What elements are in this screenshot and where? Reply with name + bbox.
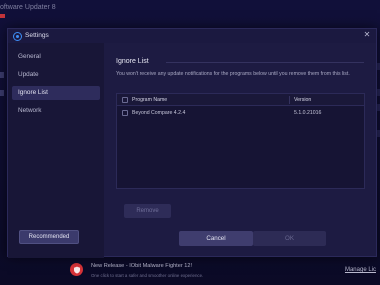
app-title: oftware Updater 8 bbox=[0, 4, 56, 11]
table-row[interactable]: Beyond Compare 4.2.4 5.1.0.21016 bbox=[117, 107, 364, 119]
section-divider bbox=[166, 62, 364, 63]
remove-button[interactable]: Remove bbox=[124, 204, 171, 218]
sidebar-item-general[interactable]: General bbox=[12, 50, 100, 64]
settings-sidebar: General Update Ignore List Network Recom… bbox=[8, 43, 104, 258]
sidebar-item-update[interactable]: Update bbox=[12, 68, 100, 82]
background-mark bbox=[0, 72, 4, 78]
manage-license-link[interactable]: Manage Lic bbox=[345, 267, 376, 273]
dialog-title: Settings bbox=[25, 32, 49, 39]
recommended-button[interactable]: Recommended bbox=[19, 230, 79, 244]
ignore-list-table: Program Name Version Beyond Compare 4.2.… bbox=[116, 93, 365, 189]
settings-dialog: Settings ✕ General Update Ignore List Ne… bbox=[7, 28, 377, 258]
section-description: You won't receive any update notificatio… bbox=[116, 71, 350, 77]
release-notification[interactable]: New Release - IObit Malware Fighter 12! … bbox=[62, 259, 380, 285]
notification-subtitle: One click to start a safer and smoother … bbox=[91, 273, 204, 278]
ok-button[interactable]: OK bbox=[253, 231, 326, 246]
column-header-program-name[interactable]: Program Name bbox=[132, 97, 167, 103]
program-version: 5.1.0.21016 bbox=[294, 110, 322, 116]
cancel-button[interactable]: Cancel bbox=[179, 231, 253, 246]
shield-icon bbox=[70, 263, 83, 276]
section-title: Ignore List bbox=[116, 58, 149, 65]
close-icon[interactable]: ✕ bbox=[362, 30, 372, 40]
ignore-list-panel: Ignore List You won't receive any update… bbox=[104, 43, 376, 258]
select-all-checkbox[interactable] bbox=[122, 97, 128, 103]
row-checkbox[interactable] bbox=[122, 110, 128, 116]
app-logo-icon bbox=[13, 32, 22, 41]
table-header: Program Name Version bbox=[117, 94, 364, 106]
app-title-badge bbox=[0, 14, 5, 18]
dialog-titlebar: Settings ✕ bbox=[8, 29, 376, 43]
sidebar-item-network[interactable]: Network bbox=[12, 104, 100, 118]
sidebar-item-ignore-list[interactable]: Ignore List bbox=[12, 86, 100, 100]
notification-title: New Release - IObit Malware Fighter 12! bbox=[91, 263, 193, 269]
background-mark bbox=[0, 90, 4, 96]
program-name: Beyond Compare 4.2.4 bbox=[132, 110, 186, 116]
column-header-version[interactable]: Version bbox=[294, 97, 311, 103]
column-divider bbox=[289, 96, 290, 104]
